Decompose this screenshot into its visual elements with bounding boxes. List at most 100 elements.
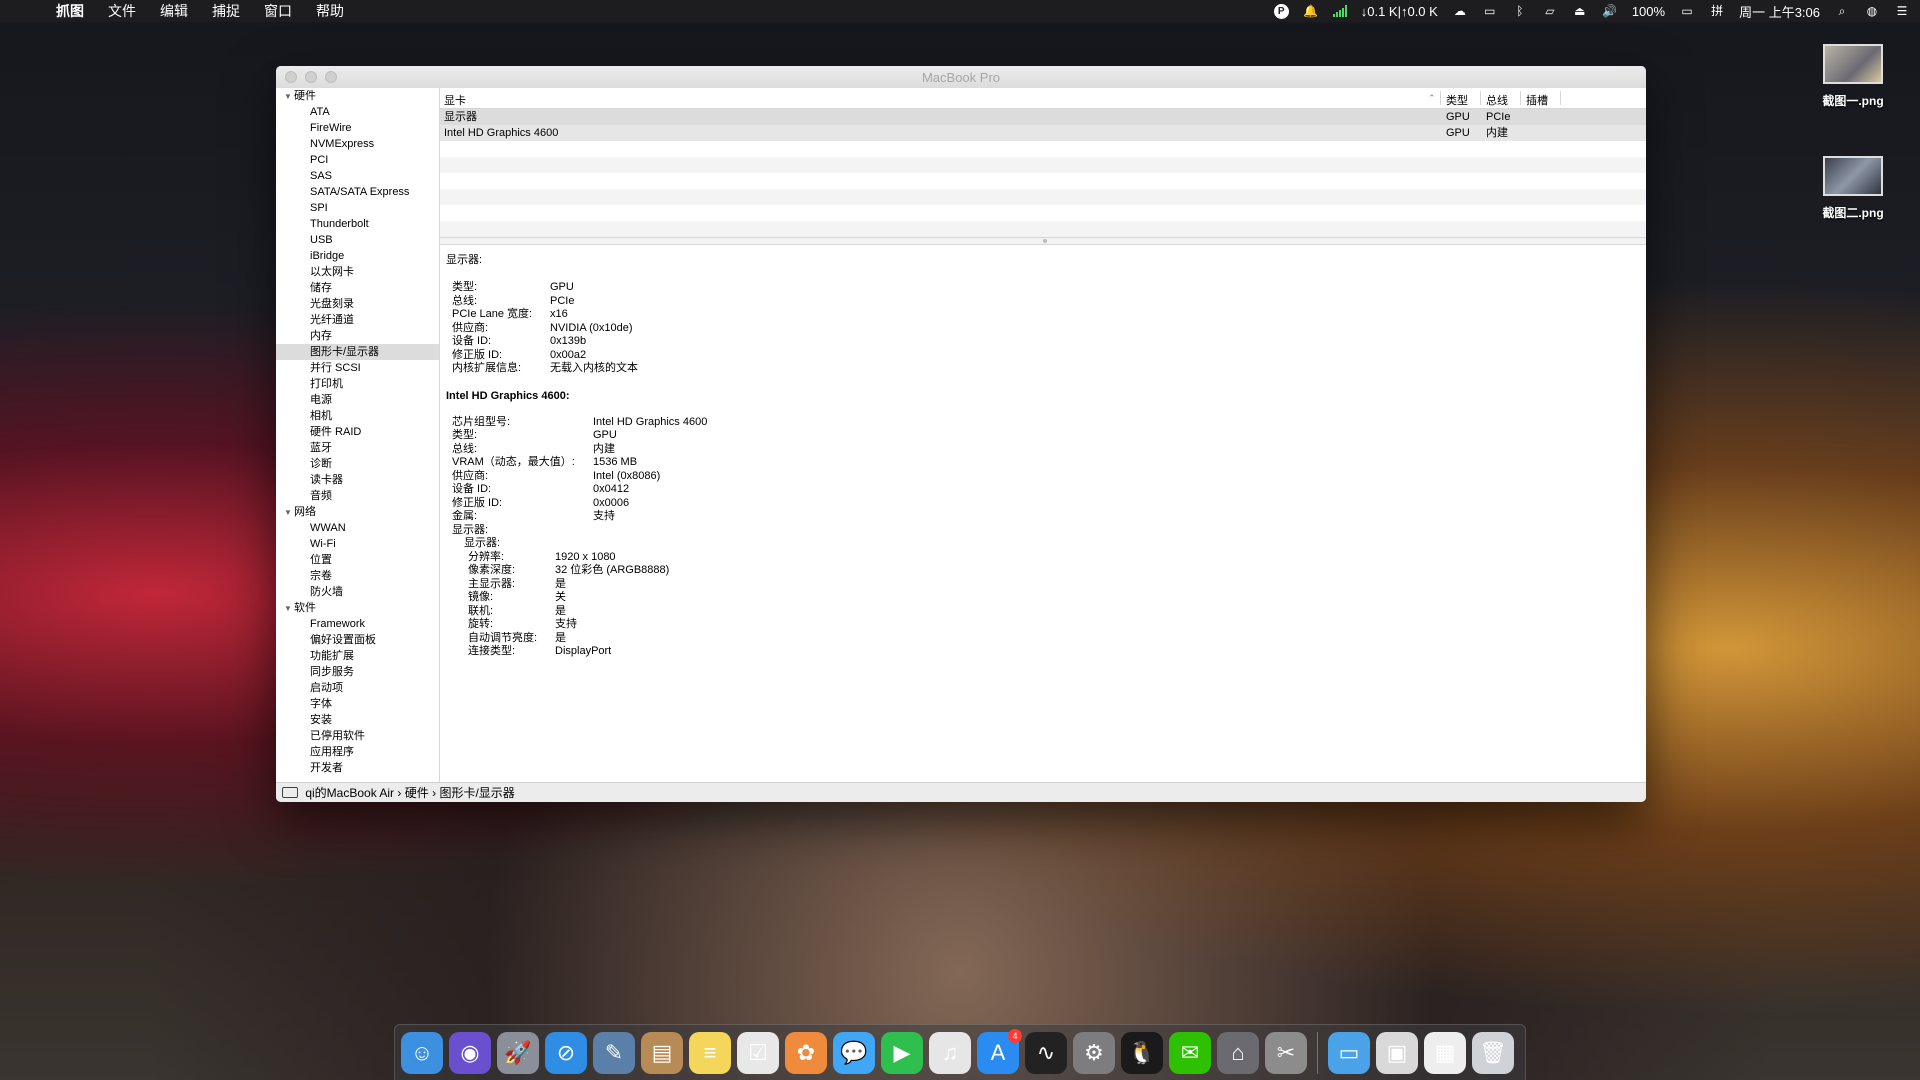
sidebar-item[interactable]: Wi-Fi [276, 536, 439, 552]
menu-app[interactable]: 抓图 [44, 1, 96, 21]
p-status-icon[interactable]: P [1273, 3, 1289, 19]
menu-help[interactable]: 帮助 [304, 1, 356, 21]
messages-icon[interactable]: 💬 [833, 1031, 875, 1074]
sidebar-item[interactable]: 打印机 [276, 376, 439, 392]
sidebar-item[interactable]: 储存 [276, 280, 439, 296]
column-header-slot[interactable]: 插槽 [1526, 92, 1548, 108]
sidebar-item[interactable]: 读卡器 [276, 472, 439, 488]
menu-capture[interactable]: 捕捉 [200, 1, 252, 21]
reminders-icon[interactable]: ☑ [737, 1031, 779, 1074]
app-store-icon[interactable]: A4 [977, 1028, 1022, 1074]
notification-center-icon[interactable]: ☰ [1894, 4, 1910, 18]
title-bar[interactable]: MacBook Pro [276, 66, 1646, 89]
sidebar-item[interactable]: 内存 [276, 328, 439, 344]
sidebar-item[interactable]: 偏好设置面板 [276, 632, 439, 648]
menu-file[interactable]: 文件 [96, 1, 148, 21]
cloud-icon[interactable]: ☁ [1452, 4, 1468, 18]
disclosure-triangle-icon[interactable]: ▼ [284, 89, 294, 105]
sidebar-item[interactable]: 启动项 [276, 680, 439, 696]
bluetooth-icon[interactable]: ᛒ [1512, 4, 1528, 18]
table-row[interactable]: 显示器 GPU PCIe [440, 109, 1646, 125]
sidebar-item[interactable]: 光纤通道 [276, 312, 439, 328]
siri-menu-icon[interactable]: ◍ [1864, 4, 1880, 18]
sidebar-item[interactable]: 开发者 [276, 760, 439, 776]
desktop-file-2[interactable]: 截图二.png [1808, 156, 1898, 221]
system-information-icon[interactable]: ⌂ [1217, 1031, 1259, 1074]
display-mirror-icon[interactable]: ▭ [1482, 4, 1498, 18]
input-method-icon[interactable]: 拼 [1709, 4, 1725, 18]
sidebar-item[interactable]: 以太网卡 [276, 264, 439, 280]
notification-bell-icon[interactable]: 🔔 [1303, 4, 1319, 18]
sidebar-item[interactable]: 相机 [276, 408, 439, 424]
photos-icon[interactable]: ✿ [785, 1031, 827, 1074]
path-computer[interactable]: qi的MacBook Air [305, 786, 394, 800]
launchpad-icon[interactable]: 🚀 [497, 1031, 539, 1074]
itunes-icon[interactable]: ♫ [929, 1031, 971, 1074]
volume-icon[interactable]: 🔊 [1602, 4, 1618, 18]
column-header-name[interactable]: 显卡 [444, 92, 466, 108]
folder-icon[interactable]: ▭ [1328, 1031, 1370, 1074]
sidebar-item[interactable]: NVMExpress [276, 136, 439, 152]
sidebar-group[interactable]: ▼ 软件 [276, 600, 439, 616]
sidebar-item[interactable]: 安装 [276, 712, 439, 728]
screenshot-stack-icon[interactable]: ▣ [1376, 1031, 1418, 1074]
disclosure-triangle-icon[interactable]: ▼ [284, 601, 294, 617]
spotlight-search-icon[interactable]: ⌕ [1834, 4, 1850, 18]
sidebar-item[interactable]: USB [276, 232, 439, 248]
network-speed[interactable]: ↓0.1 K|↑0.0 K [1361, 4, 1438, 19]
sidebar-group[interactable]: ▼ 硬件 [276, 88, 439, 104]
sidebar-item[interactable]: 应用程序 [276, 744, 439, 760]
menu-clock[interactable]: 周一 上午3:06 [1739, 2, 1820, 21]
sidebar-item[interactable]: 图形卡/显示器 [276, 344, 439, 360]
sidebar-item[interactable]: PCI [276, 152, 439, 168]
trash-icon[interactable]: 🗑 [1472, 1031, 1514, 1074]
menu-edit[interactable]: 编辑 [148, 1, 200, 21]
calendar-grid-icon[interactable]: ▦ [1424, 1031, 1466, 1074]
column-header-type[interactable]: 类型 [1446, 92, 1468, 108]
airplay-icon[interactable]: ▱ [1542, 4, 1558, 18]
screenshot-app-icon[interactable]: ✂ [1265, 1031, 1307, 1074]
sidebar-group[interactable]: ▼ 网络 [276, 504, 439, 520]
signal-bars-icon[interactable] [1332, 5, 1347, 17]
siri-icon[interactable]: ◉ [449, 1031, 491, 1074]
sidebar-item[interactable]: 音频 [276, 488, 439, 504]
sidebar-item[interactable]: 宗卷 [276, 568, 439, 584]
wechat-icon[interactable]: ✉ [1169, 1031, 1211, 1074]
sidebar-item[interactable]: SAS [276, 168, 439, 184]
sidebar-item[interactable]: 同步服务 [276, 664, 439, 680]
sidebar-item[interactable]: 光盘刻录 [276, 296, 439, 312]
notes-icon[interactable]: ≡ [689, 1031, 731, 1074]
column-header-bus[interactable]: 总线 [1486, 92, 1508, 108]
sidebar-item[interactable]: ATA [276, 104, 439, 120]
preview-icon[interactable]: ✎ [593, 1031, 635, 1074]
battery-icon[interactable]: ▭ [1679, 4, 1695, 18]
sidebar-item[interactable]: 字体 [276, 696, 439, 712]
eject-icon[interactable]: ⏏ [1572, 4, 1588, 18]
sidebar-item[interactable]: 位置 [276, 552, 439, 568]
sidebar-item[interactable]: WWAN [276, 520, 439, 536]
safari-icon[interactable]: ⊘ [545, 1031, 587, 1074]
split-view-divider[interactable] [440, 237, 1646, 245]
contacts-icon[interactable]: ▤ [641, 1031, 683, 1074]
sidebar-item[interactable]: Framework [276, 616, 439, 632]
sidebar-item[interactable]: FireWire [276, 120, 439, 136]
qq-icon[interactable]: 🐧 [1121, 1031, 1163, 1074]
disclosure-triangle-icon[interactable]: ▼ [284, 505, 294, 521]
sidebar-item[interactable]: 已停用软件 [276, 728, 439, 744]
sidebar-item[interactable]: 电源 [276, 392, 439, 408]
sidebar-item[interactable]: 并行 SCSI [276, 360, 439, 376]
sidebar-item[interactable]: SATA/SATA Express [276, 184, 439, 200]
sidebar-item[interactable]: 防火墙 [276, 584, 439, 600]
system-preferences-icon[interactable]: ⚙ [1073, 1031, 1115, 1074]
sidebar-item[interactable]: 蓝牙 [276, 440, 439, 456]
sidebar-item[interactable]: 硬件 RAID [276, 424, 439, 440]
activity-monitor-icon[interactable]: ∿ [1025, 1031, 1067, 1074]
table-row[interactable]: Intel HD Graphics 4600 GPU 内建 [440, 125, 1646, 141]
finder-icon[interactable]: ☺ [401, 1031, 443, 1074]
facetime-icon[interactable]: ▶ [881, 1031, 923, 1074]
sidebar-item[interactable]: 诊断 [276, 456, 439, 472]
sidebar-item[interactable]: SPI [276, 200, 439, 216]
sidebar-item[interactable]: 功能扩展 [276, 648, 439, 664]
sidebar-item[interactable]: iBridge [276, 248, 439, 264]
menu-window[interactable]: 窗口 [252, 1, 304, 21]
